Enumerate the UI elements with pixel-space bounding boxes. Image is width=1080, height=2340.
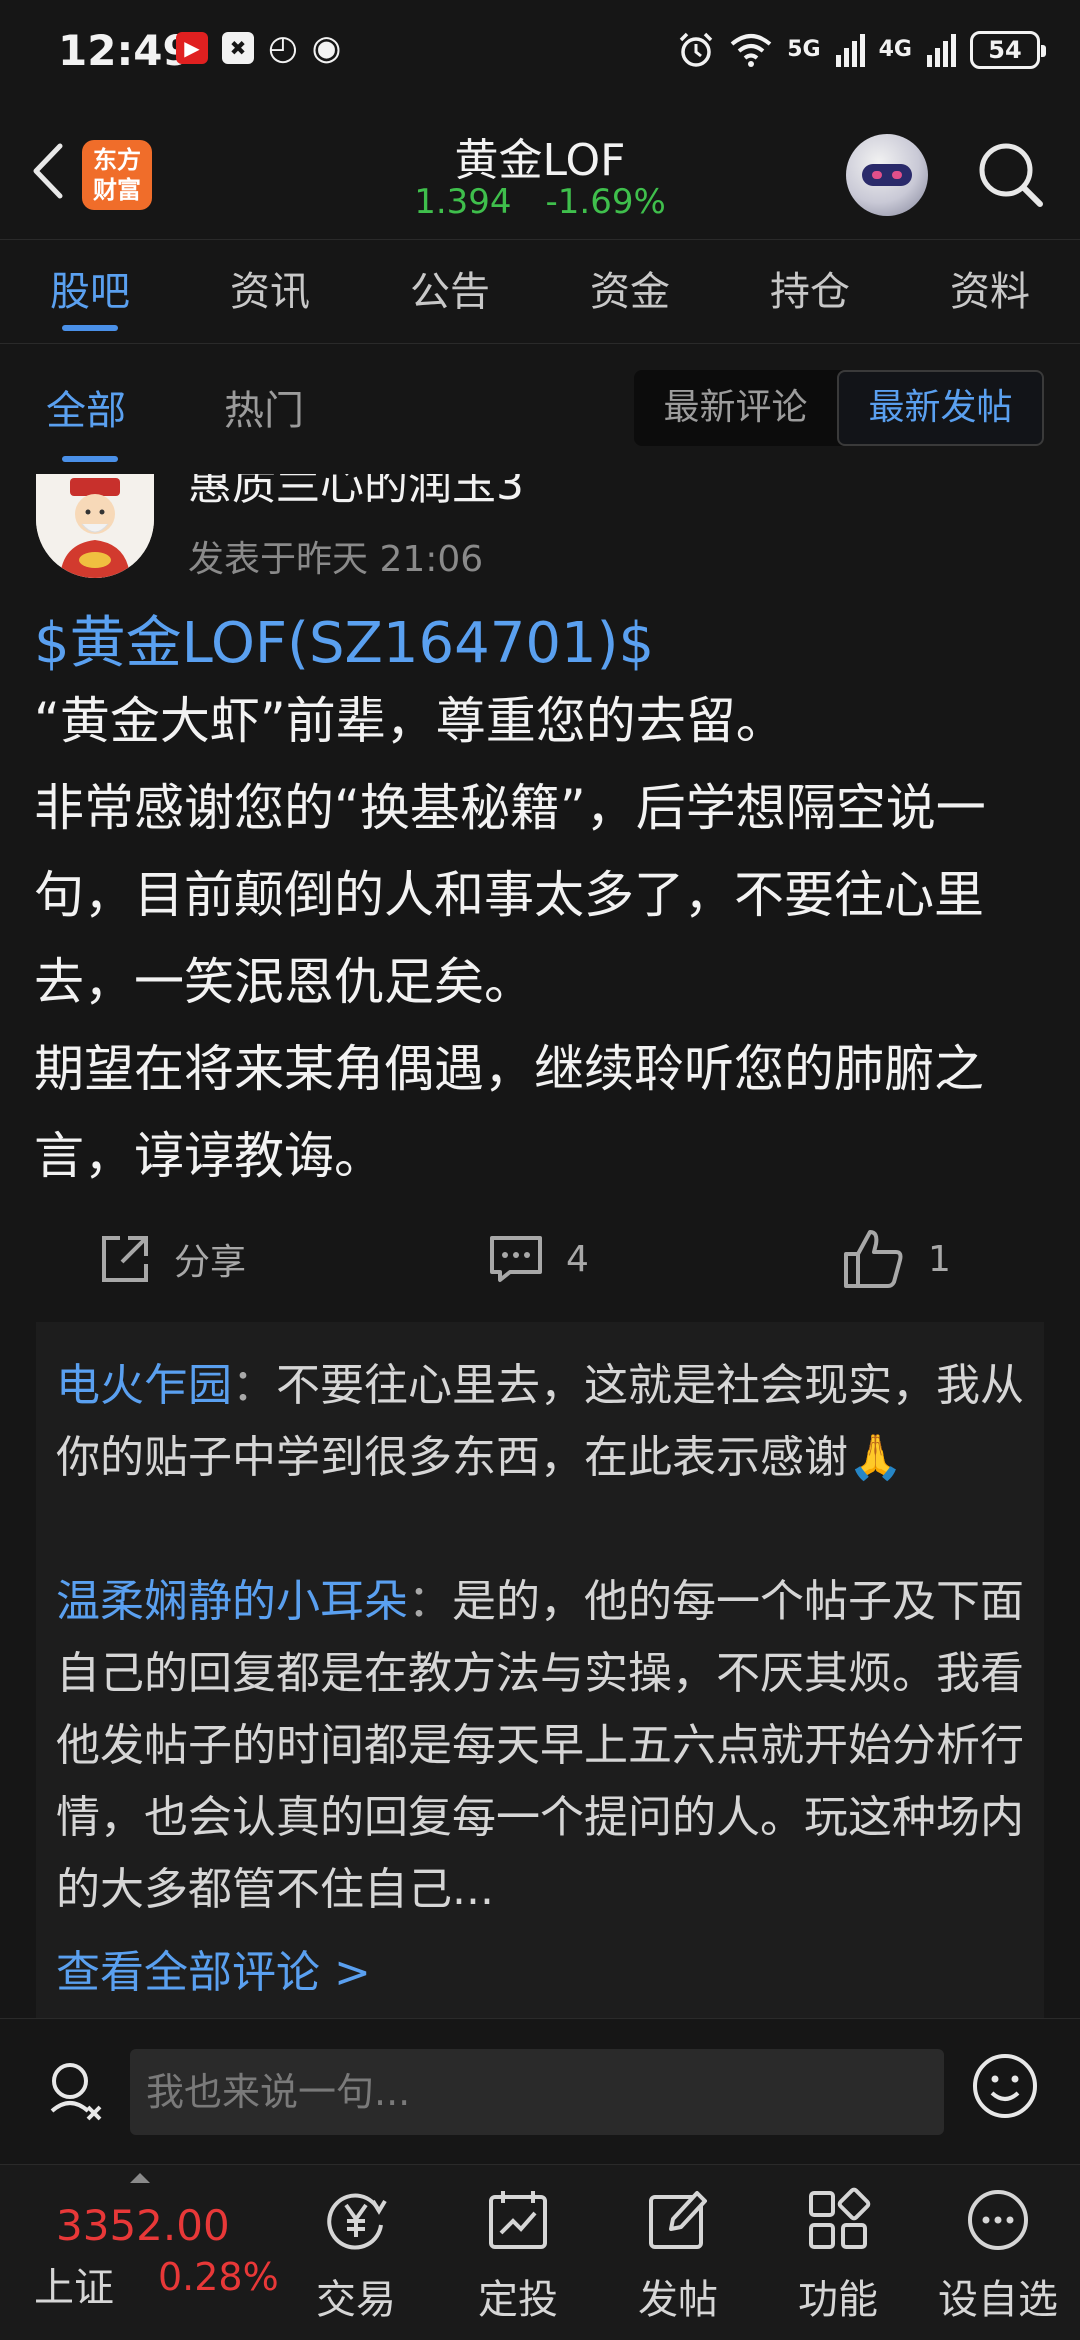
nav-invest-plan-label: 定投 — [478, 2277, 558, 2323]
index-name: 上证 — [34, 2265, 114, 2311]
tab-forum[interactable]: 股吧 — [0, 240, 180, 343]
share-label: 分享 — [174, 1242, 247, 1283]
voice-input-button[interactable] — [44, 2057, 108, 2129]
sort-latest-post[interactable]: 最新发帖 — [837, 370, 1044, 446]
header: 东方 财富 黄金LOF 1.394 -1.69% — [0, 106, 1080, 240]
nav-functions[interactable]: 功能 — [768, 2179, 908, 2329]
nav-trade[interactable]: 交易 — [286, 2179, 426, 2329]
nav-add-watchlist[interactable]: 设自选 — [928, 2179, 1068, 2329]
comment-separator: ： — [408, 1576, 452, 1627]
tab-holdings[interactable]: 持仓 — [720, 240, 900, 343]
author-name[interactable]: 惠质兰心的润玉3 — [188, 474, 524, 512]
network-4g-label: 4G — [878, 37, 912, 62]
speed-gauge-icon: ◴ — [268, 28, 298, 68]
nav-trade-label: 交易 — [316, 2277, 396, 2323]
comment-button[interactable]: 4 — [488, 1214, 589, 1304]
praying-hands-emoji: 🙏 — [848, 1432, 903, 1483]
tab-news[interactable]: 资讯 — [180, 240, 360, 343]
trade-yen-icon — [327, 2193, 387, 2250]
post-time: 发表于昨天 21:06 — [188, 539, 484, 580]
smiley-icon — [973, 2054, 1037, 2118]
status-notification-icons: ▶ ✖ ◴ ◉ — [176, 28, 342, 68]
alarm-icon — [680, 32, 713, 67]
index-price: 3352.00 — [56, 2201, 230, 2250]
network-5g-label: 5G — [787, 37, 821, 62]
status-bar: 12:49 ▶ ✖ ◴ ◉ 5G 4G 54 — [0, 0, 1080, 106]
post-actions: 分享 4 1 — [0, 1214, 1080, 1304]
signal-icon — [835, 34, 865, 67]
nav-functions-label: 功能 — [798, 2277, 878, 2323]
search-icon — [979, 143, 1043, 207]
tab-fund-flow[interactable]: 资金 — [540, 240, 720, 343]
compose-icon — [649, 2191, 707, 2249]
wifi-icon — [730, 34, 772, 67]
post-body: “黄金大虾”前辈，尊重您的去留。 非常感谢您的“换基秘籍”，后学想隔空说一句，目… — [34, 678, 1048, 1200]
comment-user[interactable]: 电火乍园 — [56, 1360, 232, 1411]
fund-price: 1.394 — [414, 182, 512, 222]
battery-icon: 54 — [970, 31, 1046, 69]
avatar[interactable] — [36, 474, 154, 578]
more-icon — [968, 2190, 1028, 2250]
post-paragraph: “黄金大虾”前辈，尊重您的去留。 — [34, 692, 786, 750]
main-tabs: 股吧 资讯 公告 资金 持仓 资料 — [0, 240, 1080, 344]
status-system-icons: 5G 4G 54 — [677, 30, 1046, 70]
calendar-chart-icon — [489, 2191, 547, 2249]
status-time: 12:49 — [58, 26, 192, 75]
sort-toggle: 最新评论 最新发帖 — [634, 370, 1044, 446]
eye-icon: ◉ — [311, 28, 342, 68]
thumbs-up-icon — [844, 1230, 903, 1288]
bottom-nav: 3352.00 上证 0.28% 交易 定投 发帖 功能 设自选 — [0, 2164, 1080, 2340]
grid-icon — [809, 2187, 871, 2249]
signal-icon — [927, 34, 956, 67]
comment-separator: ： — [232, 1360, 276, 1411]
stock-link[interactable]: $黄金LOF(SZ164701)$ — [34, 598, 654, 679]
post-paragraph: 期望在将来某角偶遇，继续聆听您的肺腑之言，谆谆教诲。 — [34, 1040, 984, 1185]
robot-eye — [872, 171, 882, 179]
app-grid-icon: ✖ — [222, 32, 254, 64]
fund-change: -1.69% — [545, 182, 666, 222]
nav-invest-plan[interactable]: 定投 — [448, 2179, 588, 2329]
video-app-icon: ▶ — [176, 32, 208, 64]
tab-announcements[interactable]: 公告 — [360, 240, 540, 343]
post-paragraph: 非常感谢您的“换基秘籍”，后学想隔空说一句，目前颠倒的人和事太多了，不要往心里去… — [34, 779, 986, 1011]
sub-tab-bar: 全部 热门 最新评论 最新发帖 — [0, 344, 1080, 474]
robot-face — [862, 164, 912, 186]
comment-input[interactable] — [130, 2049, 944, 2135]
search-button[interactable] — [976, 140, 1046, 210]
microphone-icon — [50, 2063, 102, 2121]
sort-latest-comment[interactable]: 最新评论 — [634, 370, 837, 446]
battery-level: 54 — [988, 36, 1022, 64]
index-change: 0.28% — [158, 2255, 279, 2299]
caret-up-icon — [130, 2173, 150, 2183]
subtab-indicator — [62, 456, 118, 462]
assistant-robot-icon[interactable] — [846, 134, 928, 216]
comment-user[interactable]: 温柔娴静的小耳朵 — [56, 1576, 408, 1627]
share-button[interactable]: 分享 — [98, 1214, 246, 1304]
nav-post[interactable]: 发帖 — [608, 2179, 748, 2329]
post-card[interactable]: 惠质兰心的润玉3 发表于昨天 21:06 $黄金LOF(SZ164701)$ “… — [0, 474, 1080, 2018]
nav-add-watchlist-label: 设自选 — [938, 2277, 1058, 2323]
comment-item[interactable]: 电火乍园：不要往心里去，这就是社会现实，我从你的贴子中学到很多东西，在此表示感谢… — [56, 1350, 1036, 1494]
comment-preview: 电火乍园：不要往心里去，这就是社会现实，我从你的贴子中学到很多东西，在此表示感谢… — [36, 1322, 1044, 2018]
comment-item[interactable]: 温柔娴静的小耳朵：是的，他的每一个帖子及下面自己的回复都是在教方法与实操，不厌其… — [56, 1566, 1036, 1926]
share-icon — [102, 1236, 148, 1282]
comment-input-bar — [0, 2018, 1080, 2164]
nav-post-label: 发帖 — [638, 2277, 718, 2323]
comment-icon — [490, 1236, 542, 1282]
robot-eye — [892, 171, 902, 179]
emoji-button[interactable] — [970, 2051, 1040, 2121]
tab-profile[interactable]: 资料 — [900, 240, 1080, 343]
subtab-hot[interactable]: 热门 — [224, 378, 304, 436]
view-all-comments-link[interactable]: 查看全部评论 > — [56, 1936, 371, 2000]
comment-count: 4 — [566, 1238, 589, 1280]
like-count: 1 — [928, 1238, 951, 1280]
subtab-all[interactable]: 全部 — [46, 378, 126, 436]
caishen-avatar-icon — [36, 474, 154, 578]
like-button[interactable]: 1 — [842, 1214, 951, 1304]
